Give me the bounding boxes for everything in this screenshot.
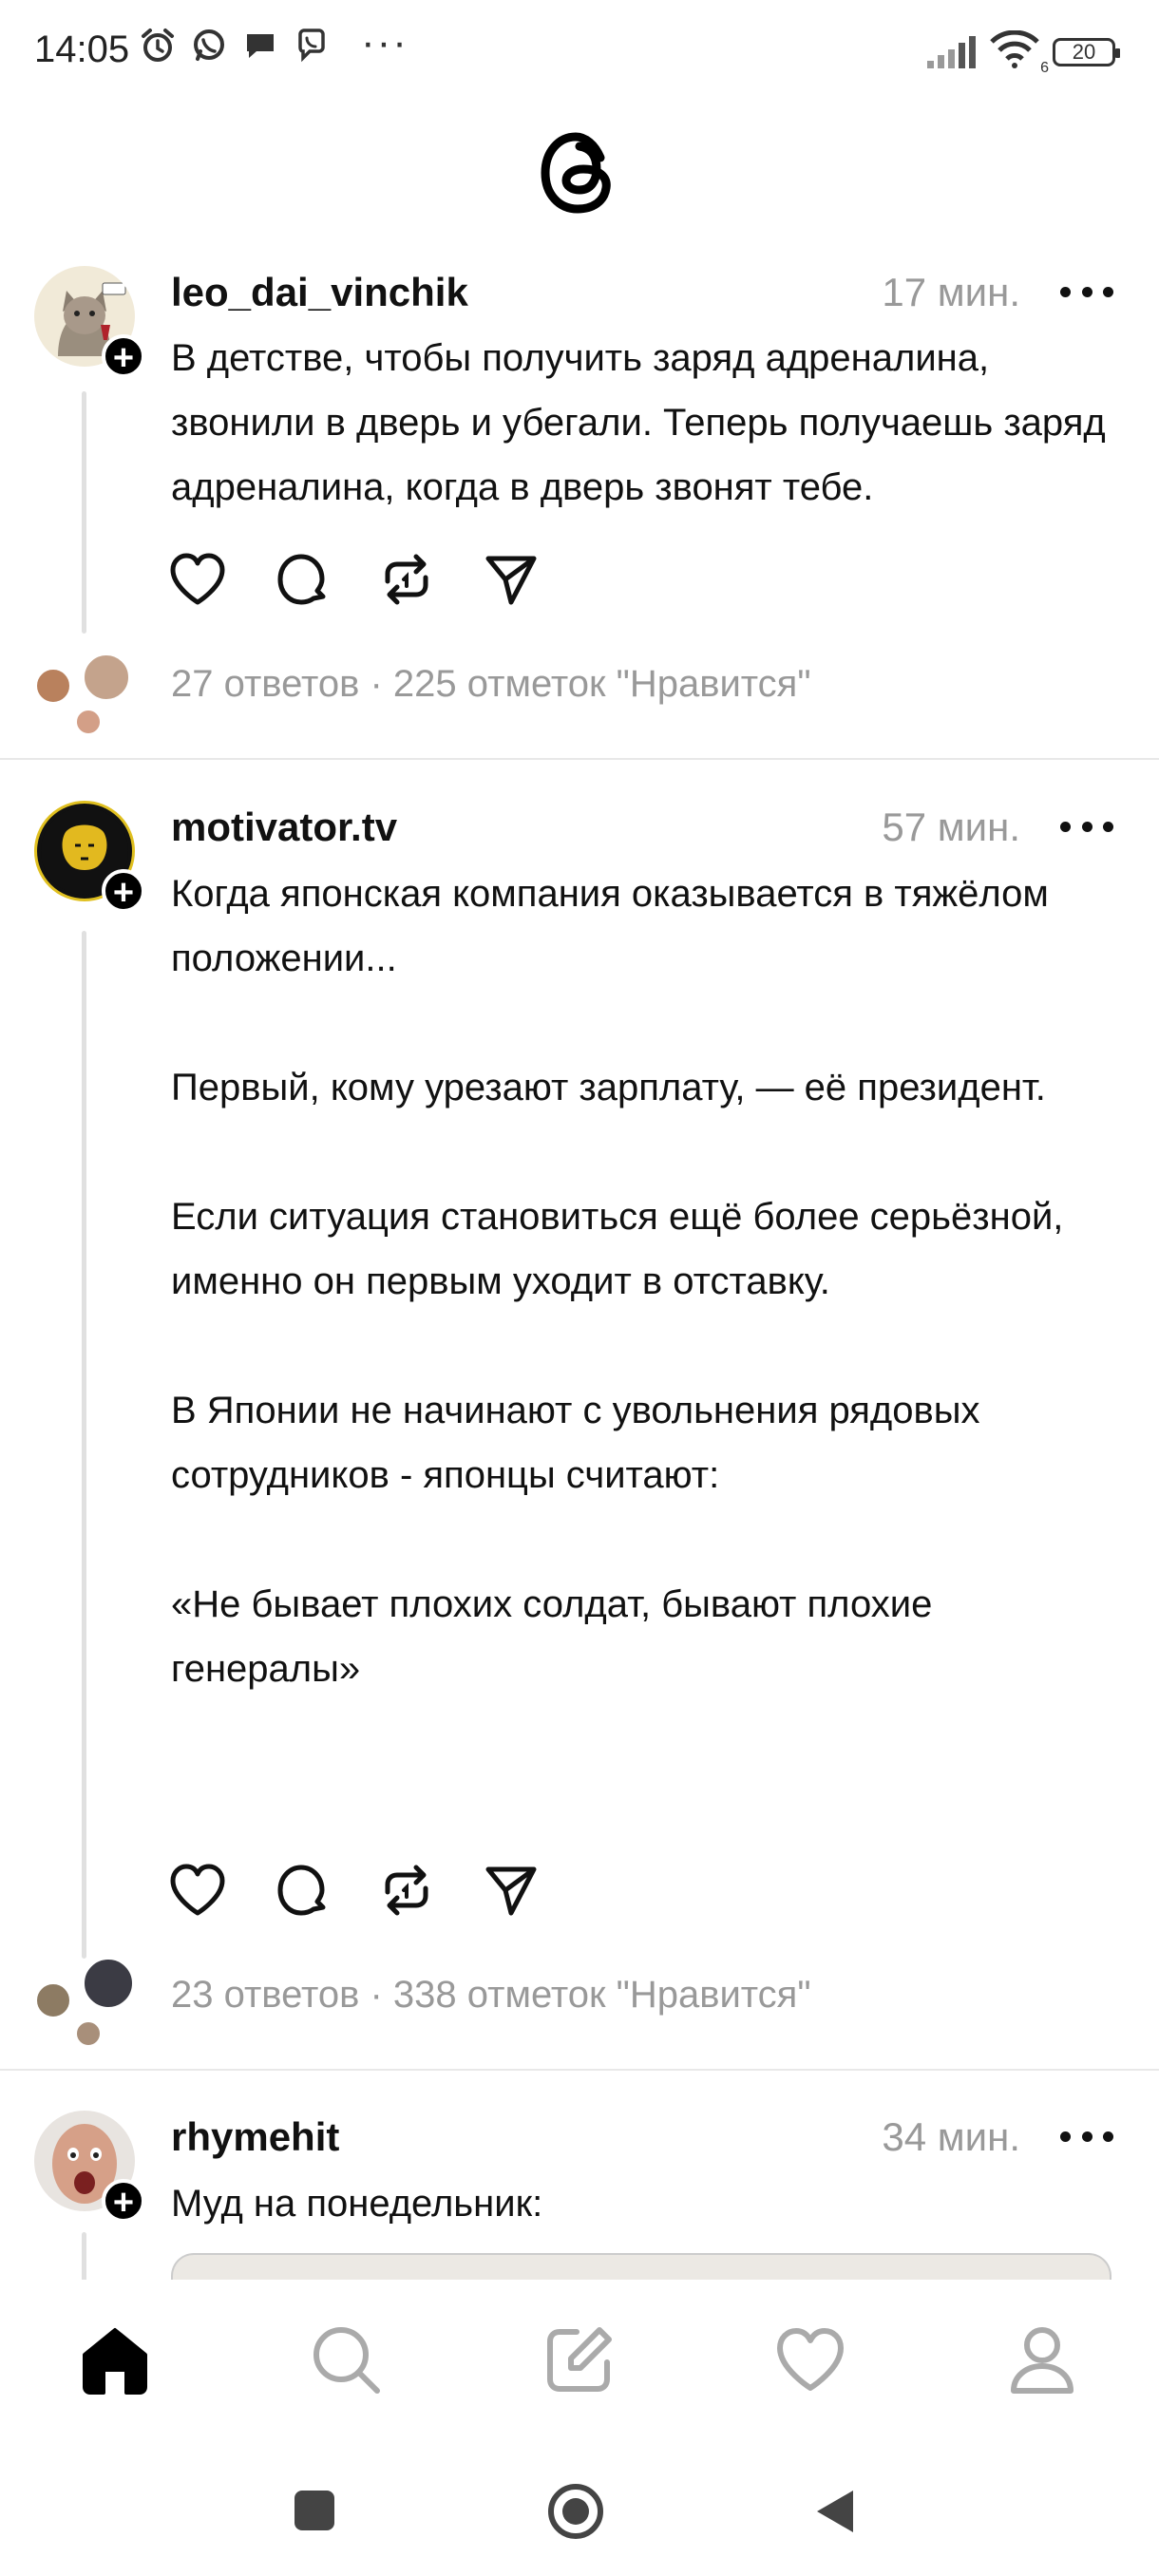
- viber-icon: [298, 28, 325, 63]
- wifi-badge: 6: [1040, 60, 1049, 76]
- recents-button[interactable]: [293, 2489, 336, 2532]
- tab-compose[interactable]: [536, 2318, 621, 2403]
- heart-icon[interactable]: [169, 553, 226, 606]
- tab-home[interactable]: [72, 2318, 158, 2403]
- post-divider: [0, 2069, 1159, 2071]
- post-stats[interactable]: 23 ответов · 338 отметок "Нравится": [171, 1974, 811, 2017]
- back-button[interactable]: [813, 2487, 857, 2536]
- comment-icon[interactable]: [274, 553, 331, 606]
- more-options-icon[interactable]: [1060, 284, 1113, 299]
- post-username[interactable]: leo_dai_vinchik: [171, 270, 468, 315]
- home-icon: [83, 2328, 147, 2395]
- status-bar: 14:05 ··· 6 20: [0, 0, 1159, 104]
- replier-avatar: [34, 667, 72, 705]
- signal-icon: [927, 35, 976, 68]
- wifi-icon: [990, 29, 1039, 68]
- repost-icon[interactable]: [378, 1864, 435, 1917]
- thread-line: [82, 391, 86, 634]
- follow-plus-button[interactable]: +: [102, 869, 145, 913]
- chat-bubble-icon: [247, 34, 274, 58]
- post-text: В детстве, чтобы получить заряд адренали…: [171, 337, 1116, 508]
- follow-plus-button[interactable]: +: [102, 2179, 145, 2223]
- status-right: 6 20: [925, 29, 1120, 76]
- replier-avatar: [82, 1957, 135, 2010]
- post-time: 17 мин.: [882, 270, 1020, 314]
- comment-icon[interactable]: [274, 1864, 331, 1917]
- post-stats[interactable]: 27 ответов · 225 отметок "Нравится": [171, 663, 811, 706]
- post-actions: [169, 553, 540, 606]
- post-text: Когда японская компания оказывается в тя…: [171, 873, 1064, 1690]
- system-navigation: [0, 2441, 1159, 2576]
- activity-icon: [777, 2328, 844, 2391]
- replier-avatar: [74, 2019, 103, 2048]
- alarm-icon: [142, 28, 174, 62]
- replier-avatar: [74, 708, 103, 736]
- bottom-navigation: [0, 2280, 1159, 2441]
- heart-icon[interactable]: [169, 1864, 226, 1917]
- post-time: 34 мин.: [882, 2114, 1020, 2159]
- battery-level: 20: [1072, 39, 1096, 64]
- profile-icon: [1011, 2327, 1074, 2394]
- notification-icons: [139, 27, 331, 65]
- post-actions: [169, 1864, 540, 1917]
- status-time: 14:05: [34, 28, 130, 70]
- share-icon[interactable]: [483, 553, 540, 606]
- more-notifications-indicator: ···: [361, 19, 408, 66]
- compose-icon: [547, 2327, 612, 2392]
- post-username[interactable]: rhymehit: [171, 2114, 339, 2160]
- tab-activity[interactable]: [768, 2318, 853, 2403]
- tab-profile[interactable]: [999, 2318, 1085, 2403]
- home-button[interactable]: [547, 2483, 604, 2540]
- post-time: 57 мин.: [882, 805, 1020, 849]
- thread-line: [82, 931, 86, 1959]
- post-text: Муд на понедельник:: [171, 2183, 543, 2225]
- replier-avatar: [82, 653, 131, 702]
- repost-icon[interactable]: [378, 553, 435, 606]
- whatsapp-icon: [194, 29, 224, 61]
- post-divider: [0, 758, 1159, 760]
- share-icon[interactable]: [483, 1864, 540, 1917]
- threads-logo[interactable]: [538, 129, 621, 215]
- more-options-icon[interactable]: [1060, 819, 1113, 834]
- wifi-indicator: 6: [990, 29, 1049, 76]
- more-options-icon[interactable]: [1060, 2129, 1113, 2144]
- battery-indicator: 20: [1053, 37, 1120, 66]
- post-username[interactable]: motivator.tv: [171, 805, 397, 850]
- tab-search[interactable]: [304, 2318, 390, 2403]
- search-icon: [314, 2327, 380, 2394]
- replier-avatar: [34, 1981, 72, 2019]
- follow-plus-button[interactable]: +: [102, 334, 145, 378]
